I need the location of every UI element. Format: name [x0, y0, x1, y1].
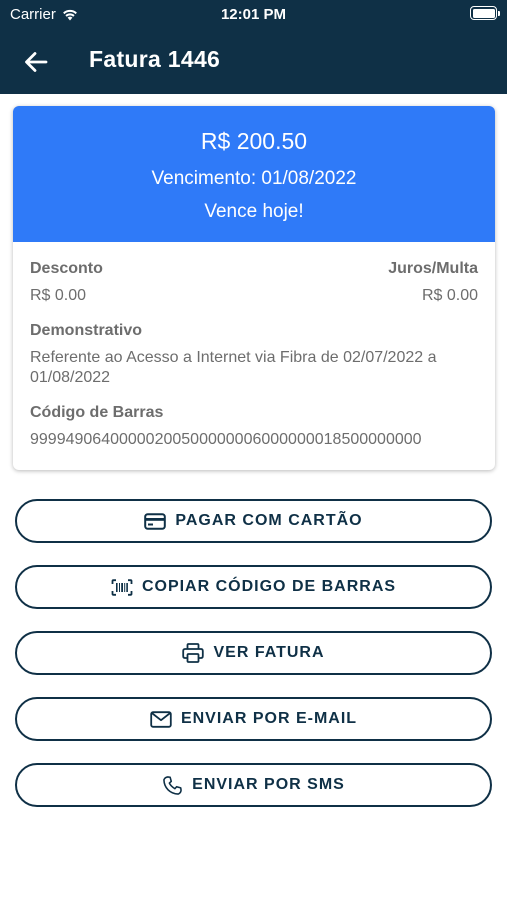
nav-bar: Fatura 1446	[0, 30, 507, 94]
invoice-due-date: Vencimento: 01/08/2022	[151, 168, 357, 189]
pay-card-button[interactable]: PAGAR COM CARTÃO	[15, 499, 492, 543]
arrow-left-icon	[25, 52, 48, 72]
printer-icon	[182, 643, 205, 663]
phone-icon	[163, 775, 183, 795]
discount-value: R$ 0.00	[30, 287, 87, 304]
interest-value: R$ 0.00	[421, 287, 478, 304]
statement-value: Referente ao Acesso a Internet via Fibra…	[30, 349, 437, 386]
page-title: Fatura 1446	[89, 46, 221, 72]
invoice-due-status: Vence hoje!	[204, 201, 304, 222]
statement-block: Demonstrativo Referente ao Acesso a Inte…	[30, 322, 478, 388]
barcode-icon	[111, 578, 133, 596]
barcode-value[interactable]: 9999490640000020050000000600000001850000…	[30, 430, 478, 450]
send-sms-button[interactable]: ENVIAR POR SMS	[15, 763, 492, 807]
copy-barcode-label: COPIAR CÓDIGO DE BARRAS	[141, 578, 397, 595]
status-bar: Carrier 12:01 PM	[0, 0, 507, 30]
barcode-label: Código de Barras	[30, 404, 164, 421]
interest-block: Juros/Multa R$ 0.00	[388, 260, 478, 306]
invoice-card: R$ 200.50 Vencimento: 01/08/2022 Vence h…	[13, 106, 495, 470]
copy-barcode-button[interactable]: COPIAR CÓDIGO DE BARRAS	[15, 565, 492, 609]
fees-row: Desconto R$ 0.00 Juros/Multa R$ 0.00	[30, 260, 478, 306]
interest-label: Juros/Multa	[388, 260, 478, 277]
statement-label: Demonstrativo	[30, 322, 143, 339]
pay-card-label: PAGAR COM CARTÃO	[175, 512, 363, 529]
back-button[interactable]	[20, 46, 52, 78]
battery-icon	[470, 6, 500, 20]
invoice-amount: R$ 200.50	[200, 128, 308, 154]
credit-card-icon	[144, 512, 167, 530]
send-email-button[interactable]: ENVIAR POR E-MAIL	[15, 697, 492, 741]
view-invoice-label: VER FATURA	[213, 644, 325, 661]
invoice-summary: R$ 200.50 Vencimento: 01/08/2022 Vence h…	[13, 106, 495, 242]
send-email-label: ENVIAR POR E-MAIL	[180, 710, 358, 727]
barcode-block: Código de Barras 99994906400000200500000…	[30, 404, 478, 450]
app-header: Carrier 12:01 PM Fatura 1446	[0, 0, 507, 94]
discount-block: Desconto R$ 0.00	[30, 260, 103, 306]
status-time: 12:01 PM	[220, 6, 287, 23]
discount-label: Desconto	[30, 260, 103, 277]
envelope-icon	[150, 710, 172, 728]
send-sms-label: ENVIAR POR SMS	[192, 776, 345, 793]
invoice-details: Desconto R$ 0.00 Juros/Multa R$ 0.00 Dem…	[13, 242, 495, 450]
view-invoice-button[interactable]: VER FATURA	[15, 631, 492, 675]
